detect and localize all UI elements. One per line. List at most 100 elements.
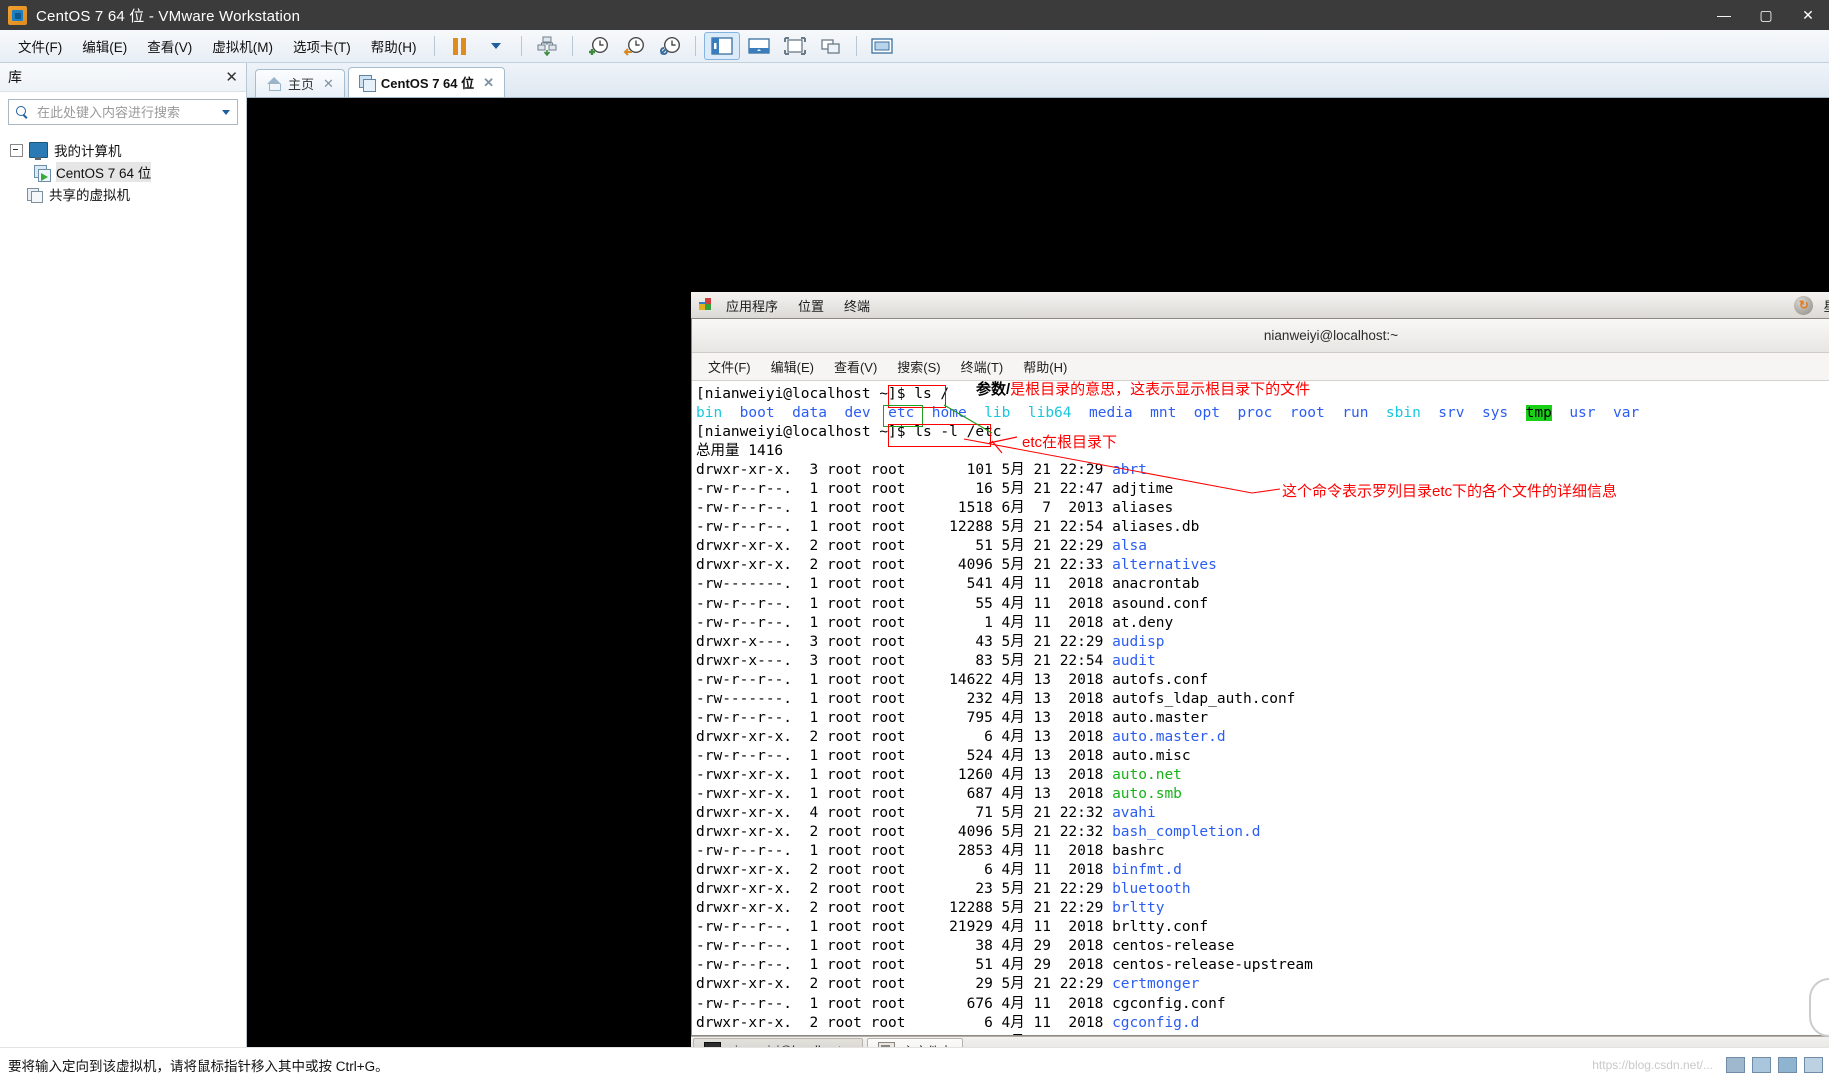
disk-icon[interactable] [1752, 1057, 1771, 1073]
usb-icon[interactable] [1778, 1057, 1797, 1073]
file-entry: auto.net [1112, 766, 1182, 783]
file-entry: asound.conf [1112, 595, 1209, 612]
menu-vm[interactable]: 虚拟机(M) [202, 32, 283, 60]
file-entry: aliases.db [1112, 519, 1200, 536]
file-entry: autofs.conf [1112, 671, 1209, 688]
gnome-taskbar: nianweiyi@localhost:~ 主文件夹 1 / 4 [691, 1036, 1829, 1047]
show-thumbnail-bar-button[interactable] [742, 33, 776, 59]
library-search-area [0, 92, 246, 129]
dir-entry: data [792, 405, 827, 422]
file-entry: brltty [1112, 900, 1165, 917]
dir-entry: lib [984, 405, 1011, 422]
revert-snapshot-button[interactable] [617, 33, 651, 59]
terminal-menu-edit[interactable]: 编辑(E) [761, 357, 824, 376]
vm-console-screen[interactable]: 应用程序 位置 终端 ↻ 星期五 01：48 nianweiy [247, 98, 1829, 1047]
chevron-down-icon[interactable] [222, 109, 230, 115]
vm-icon [358, 75, 376, 92]
guest-desktop: 应用程序 位置 终端 ↻ 星期五 01：48 nianweiy [691, 292, 1829, 1047]
dir-entry: var [1612, 405, 1640, 422]
minimize-button[interactable]: — [1703, 0, 1745, 30]
window-controls: — ▢ ✕ [1703, 0, 1829, 30]
terminal-text: [nianweiyi@localhost ~]$ ls / bin boot da… [696, 385, 1829, 1035]
menu-view[interactable]: 查看(V) [137, 32, 202, 60]
expander-icon[interactable] [10, 143, 23, 157]
terminal-line: drwxr-xr-x. 2 root root 23 5月 21 22:29 b… [696, 881, 1191, 898]
annotation-etc-in-root: etc在根目录下 [1022, 434, 1118, 451]
dir-entry: boot [739, 405, 775, 422]
console-view-button[interactable] [865, 33, 899, 59]
clock-back-icon [623, 36, 644, 56]
library-sidebar: 库 ✕ 我的计算机 CentOS 7 64 位 [0, 63, 247, 1047]
fullscreen-button[interactable] [778, 33, 812, 59]
gnome-menu-terminal[interactable]: 终端 [834, 296, 880, 315]
library-title: 库 [8, 69, 22, 85]
take-snapshot-button[interactable] [581, 33, 615, 59]
terminal-menu-terminal[interactable]: 终端(T) [951, 357, 1014, 376]
snapshot-manage-button[interactable] [530, 33, 564, 59]
gnome-clock[interactable]: 星期五 01：48 [1823, 296, 1829, 315]
dir-entry: proc [1237, 405, 1273, 422]
gnome-tray: ↻ 星期五 01：48 [1794, 295, 1829, 315]
gnome-menu-places[interactable]: 位置 [788, 296, 834, 315]
status-indicators: https://blog.csdn.net/... [1592, 1048, 1823, 1080]
terminal-line: drwxr-xr-x. 2 root root 4096 5月 21 22:33… [696, 557, 1217, 574]
tab-centos7[interactable]: CentOS 7 64 位 ✕ [347, 67, 506, 97]
file-entry: abrt [1112, 462, 1147, 479]
computer-icon [29, 142, 48, 160]
terminal-output-area[interactable]: [nianweiyi@localhost ~]$ ls / bin boot da… [692, 381, 1829, 1035]
maximize-button[interactable]: ▢ [1745, 0, 1787, 30]
terminal-menu-view[interactable]: 查看(V) [824, 357, 887, 376]
tree-item-centos7[interactable]: CentOS 7 64 位 [0, 161, 246, 183]
vmware-logo-icon [8, 5, 27, 25]
terminal-line: -rw-r--r--. 1 root root 51 4月 29 2018 ce… [696, 957, 1313, 974]
search-input[interactable] [35, 103, 222, 121]
close-icon[interactable]: ✕ [225, 70, 238, 85]
terminal-line: -rw-r--r--. 1 root root 55 4月 11 2018 as… [696, 595, 1209, 612]
unity-mode-button[interactable] [814, 33, 848, 59]
window-title: CentOS 7 64 位 - VMware Workstation [36, 7, 301, 25]
taskbar-home-folder[interactable]: 主文件夹 [867, 1037, 964, 1047]
dir-entry: srv [1438, 405, 1465, 422]
suspend-button[interactable] [443, 33, 477, 59]
gnome-top-panel: 应用程序 位置 终端 ↻ 星期五 01：48 [691, 292, 1829, 319]
home-icon [266, 76, 282, 91]
show-library-button[interactable] [703, 32, 740, 60]
sound-icon[interactable] [1804, 1057, 1823, 1073]
clock-plus-icon [588, 36, 608, 55]
software-update-icon[interactable]: ↻ [1794, 295, 1814, 315]
terminal-menu-help[interactable]: 帮助(H) [1013, 357, 1077, 376]
tab-home[interactable]: 主页 ✕ [255, 69, 345, 97]
terminal-line: -rw-r--r--. 1 root root 1518 6月 7 2013 a… [696, 500, 1174, 517]
file-entry: bashrc [1112, 843, 1165, 860]
manage-snapshots-button[interactable] [653, 33, 687, 59]
close-icon[interactable]: ✕ [323, 76, 334, 92]
file-entry: avahi [1112, 805, 1156, 822]
close-icon[interactable]: ✕ [483, 75, 494, 91]
search-box[interactable] [8, 99, 238, 125]
terminal-menu-search[interactable]: 搜索(S) [887, 357, 950, 376]
dir-entry: bin [696, 405, 723, 422]
screen-edge-curl [1809, 978, 1829, 1037]
terminal-line: drwxr-xr-x. 2 root root 12288 5月 21 22:2… [696, 900, 1165, 917]
terminal-line: drwxr-xr-x. 2 root root 6 4月 11 2018 cgc… [696, 1014, 1200, 1031]
terminal-line: [nianweiyi@localhost ~]$ ls -l /etc [696, 424, 1002, 441]
terminal-line: -rw-r--r--. 1 root root 795 4月 13 2018 a… [696, 709, 1209, 726]
menu-file[interactable]: 文件(F) [8, 32, 72, 60]
power-dropdown[interactable] [479, 33, 513, 59]
main-menubar: 文件(F) 编辑(E) 查看(V) 虚拟机(M) 选项卡(T) 帮助(H) [0, 30, 1829, 63]
close-button[interactable]: ✕ [1787, 0, 1829, 30]
terminal-line: drwxr-xr-x. 2 root root 6 4月 11 2018 bin… [696, 862, 1182, 879]
menu-help[interactable]: 帮助(H) [361, 32, 427, 60]
file-entry: auto.master [1112, 709, 1209, 726]
terminal-menu-file[interactable]: 文件(F) [698, 357, 761, 376]
annotation-root-param-prefix: 参数/ [976, 381, 1011, 398]
menu-tabs[interactable]: 选项卡(T) [283, 32, 361, 60]
taskbar-terminal[interactable]: nianweiyi@localhost:~ [693, 1037, 864, 1047]
terminal-line: -rw-------. 1 root root 232 4月 13 2018 a… [696, 690, 1296, 707]
nic-icon[interactable] [1726, 1057, 1745, 1073]
terminal-line: bin boot data dev etc home lib lib64 med… [696, 404, 1829, 423]
gnome-menu-applications[interactable]: 应用程序 [716, 296, 788, 315]
tree-item-my-computer[interactable]: 我的计算机 [0, 139, 246, 161]
menu-edit[interactable]: 编辑(E) [72, 32, 137, 60]
tree-item-shared-vms[interactable]: 共享的虚拟机 [0, 183, 246, 205]
